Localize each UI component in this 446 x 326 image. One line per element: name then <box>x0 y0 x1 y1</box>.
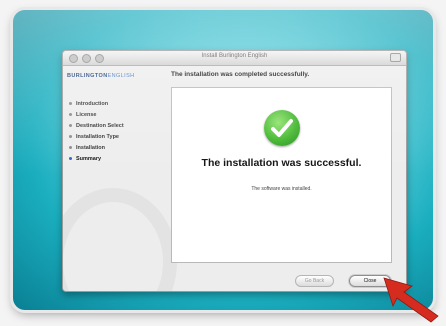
pointer-arrow-icon <box>383 277 439 323</box>
